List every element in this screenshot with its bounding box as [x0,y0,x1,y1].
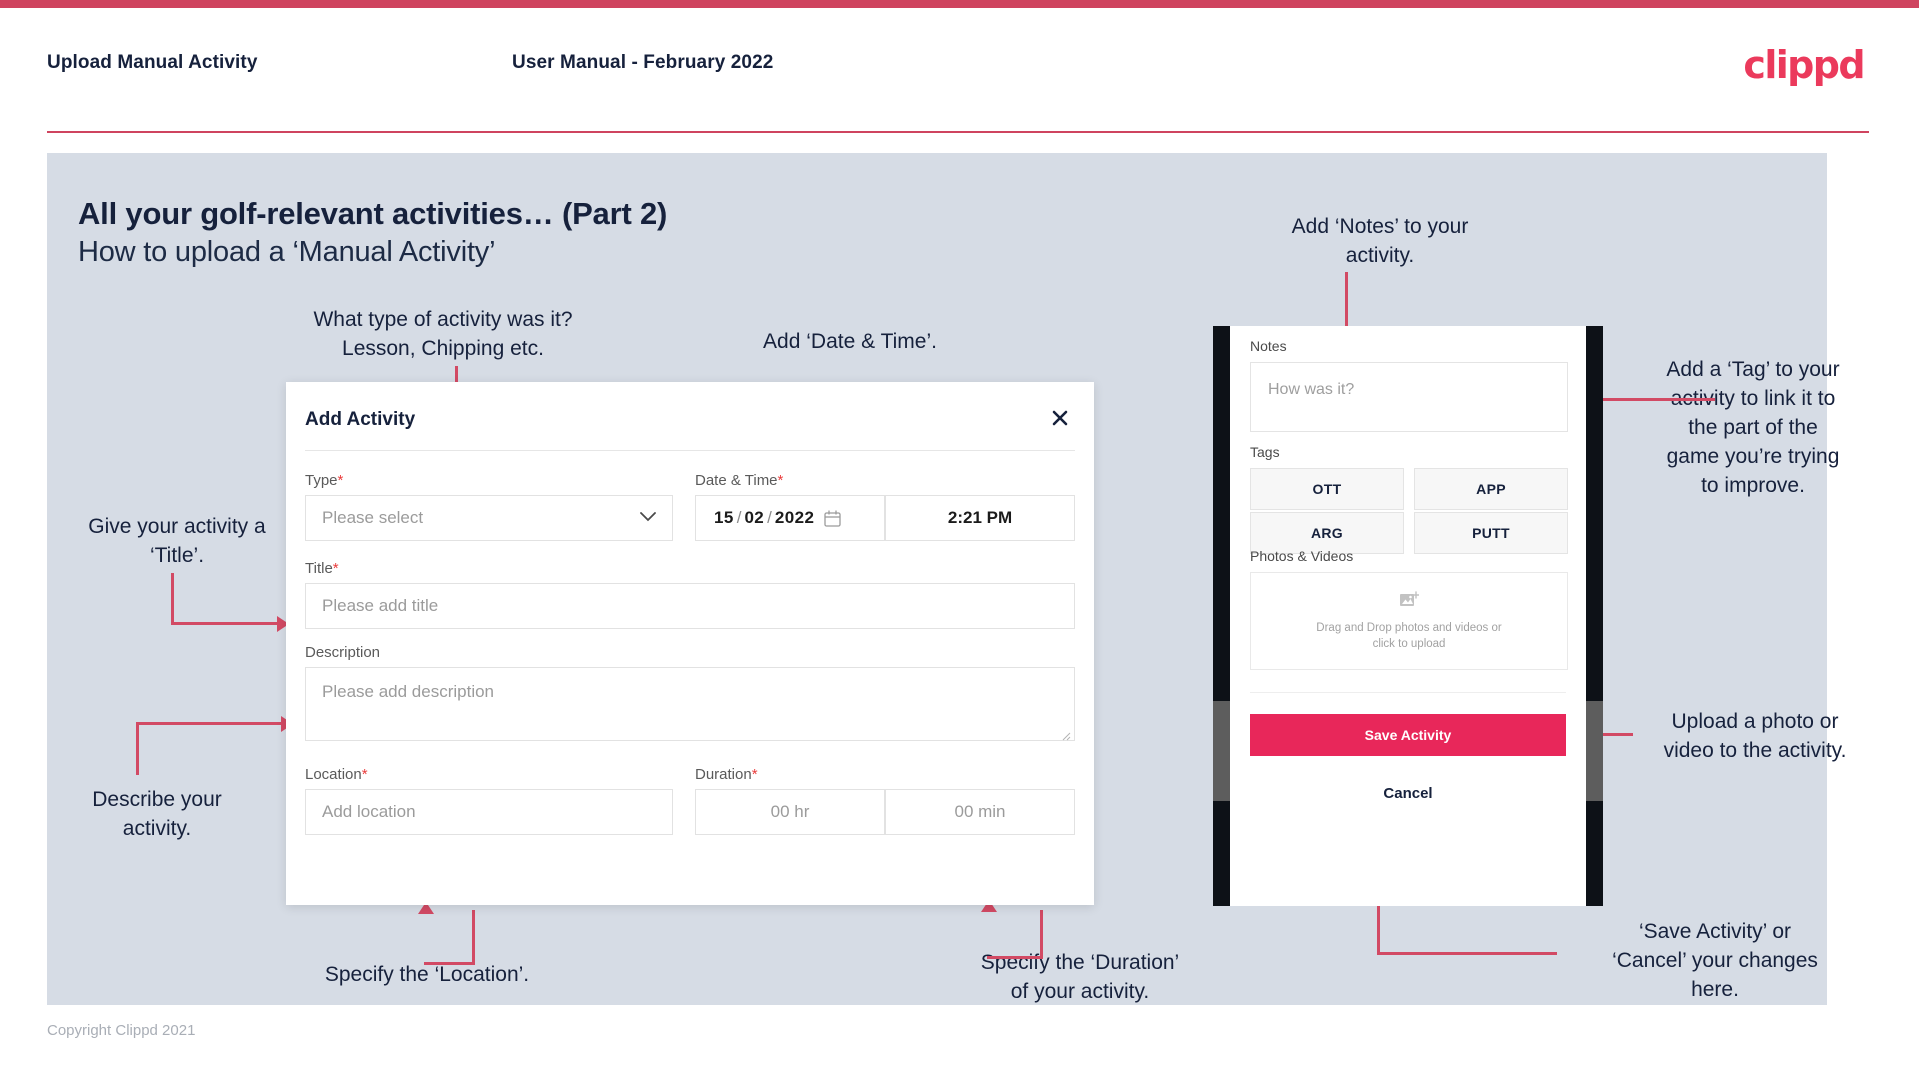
duration-label: Duration* [695,766,758,783]
duration-minutes-placeholder: 00 min [954,802,1006,821]
connector-description [136,722,139,775]
phone-screen: Notes How was it? Tags OTT APP ARG PUTT … [1230,326,1586,906]
tag-putt[interactable]: PUTT [1414,512,1568,554]
clippd-logo: clippd [1743,43,1865,87]
time-value: 2:21 PM [947,508,1013,527]
date-sep-1: / [736,508,742,527]
dialog-divider [305,450,1075,451]
phone-bezel-left [1213,326,1230,906]
notes-input[interactable]: How was it? [1250,362,1568,432]
calendar-icon[interactable] [824,509,841,527]
date-input[interactable]: 15 / 02 / 2022 [695,495,885,541]
duration-hours-placeholder: 00 hr [770,802,810,821]
datetime-label: Date & Time* [695,472,784,489]
page-header: Upload Manual Activity User Manual - Feb… [0,8,1919,133]
notes-label: Notes [1250,338,1287,354]
date-day: 15 [714,508,734,527]
phone-button-left [1213,701,1230,801]
location-label: Location* [305,766,368,783]
annotation-save: ‘Save Activity’ or ‘Cancel’ your changes… [1612,920,1818,1001]
date-year: 2022 [774,508,815,527]
required-marker: * [337,472,344,489]
slide-subtitle: How to upload a ‘Manual Activity’ [78,236,496,268]
top-accent-bar [0,0,1919,8]
tag-app[interactable]: APP [1414,468,1568,510]
cancel-button[interactable]: Cancel [1250,781,1566,805]
date-sep-2: / [767,508,772,527]
required-marker: * [332,560,339,577]
description-placeholder: Please add description [322,682,495,701]
dialog-title: Add Activity [305,409,416,430]
annotation-duration: Specify the ‘Duration’ of your activity. [980,951,1180,1003]
connector-location-h [424,962,475,965]
photo-upload-dropzone[interactable]: Drag and Drop photos and videos or click… [1250,572,1568,670]
footer-copyright: Copyright Clippd 2021 [47,1022,196,1039]
connector-duration-h [987,956,1043,959]
duration-hours-input[interactable]: 00 hr [695,789,885,835]
photo-upload-line-1: Drag and Drop photos and videos or [1316,621,1502,634]
required-marker: * [751,766,758,783]
duration-minutes-input[interactable]: 00 min [885,789,1075,835]
close-icon[interactable] [1046,404,1074,432]
time-input[interactable]: 2:21 PM [885,495,1075,541]
date-month: 02 [744,508,765,527]
connector-tags-h [1600,398,1715,401]
connector-location [472,910,475,965]
type-placeholder: Please select [322,508,424,527]
save-activity-button[interactable]: Save Activity [1250,714,1566,756]
phone-button-right [1586,701,1603,801]
annotation-datetime: Add ‘Date & Time’. [763,330,937,353]
location-input[interactable]: Add location [305,789,673,835]
phone-bezel-right [1586,326,1603,906]
slide-title: All your golf-relevant activities… (Part… [78,196,668,231]
header-subtitle: User Manual - February 2022 [512,52,774,73]
connector-duration [1040,910,1043,959]
required-marker: * [777,472,784,489]
type-select[interactable]: Please select [305,495,673,541]
notes-placeholder: How was it? [1268,381,1355,398]
chevron-down-icon [640,509,656,527]
phone-mockup: Notes How was it? Tags OTT APP ARG PUTT … [1213,326,1603,906]
annotation-type: What type of activity was it? Lesson, Ch… [313,308,573,360]
add-activity-dialog: Add Activity Type* Please select Date & … [286,382,1094,905]
description-label: Description [305,644,381,661]
connector-title-h [171,622,278,625]
location-placeholder: Add location [322,802,416,821]
annotation-title: Give your activity a ‘Title’. [88,515,266,567]
header-divider [47,131,1869,133]
annotation-photos: Upload a photo or video to the activity. [1663,710,1847,762]
annotation-description: Describe your activity. [92,788,222,840]
connector-title [171,573,174,625]
type-label: Type* [305,472,344,489]
tags-label: Tags [1250,444,1280,460]
photos-label: Photos & Videos [1250,548,1354,564]
required-marker: * [361,766,368,783]
title-placeholder: Please add title [322,596,439,615]
title-label: Title* [305,560,339,577]
connector-description-h [136,722,282,725]
resize-grip-icon[interactable] [1062,728,1071,741]
photo-upload-line-2: click to upload [1372,637,1446,650]
description-textarea[interactable]: Please add description [305,667,1075,741]
tag-ott[interactable]: OTT [1250,468,1404,510]
phone-divider [1250,692,1566,693]
connector-save-h [1377,952,1557,955]
title-input[interactable]: Please add title [305,583,1075,629]
annotation-notes: Add ‘Notes’ to your activity. [1291,215,1469,267]
add-image-icon [1399,590,1420,614]
annotation-tags: Add a ‘Tag’ to your activity to link it … [1666,358,1840,497]
header-title: Upload Manual Activity [47,52,258,73]
